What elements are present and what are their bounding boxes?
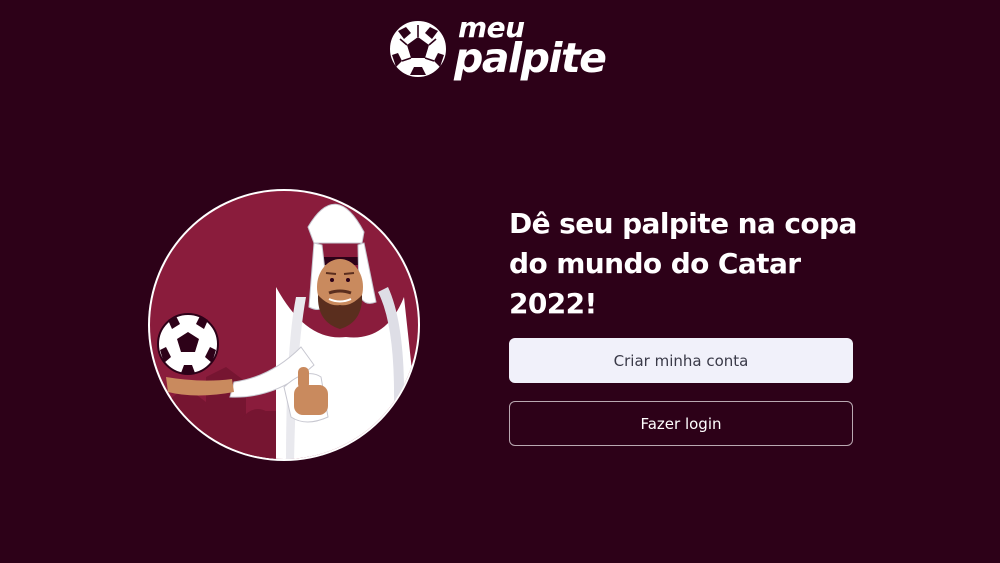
hero-illustration	[148, 189, 420, 461]
app-logo: meu palpite	[386, 14, 616, 84]
soccer-ball-icon	[388, 19, 448, 79]
login-button[interactable]: Fazer login	[509, 401, 853, 446]
create-account-button[interactable]: Criar minha conta	[509, 338, 853, 383]
page-heading: Dê seu palpite na copa do mundo do Catar…	[509, 207, 857, 320]
logo-text-palpite: palpite	[454, 34, 607, 82]
